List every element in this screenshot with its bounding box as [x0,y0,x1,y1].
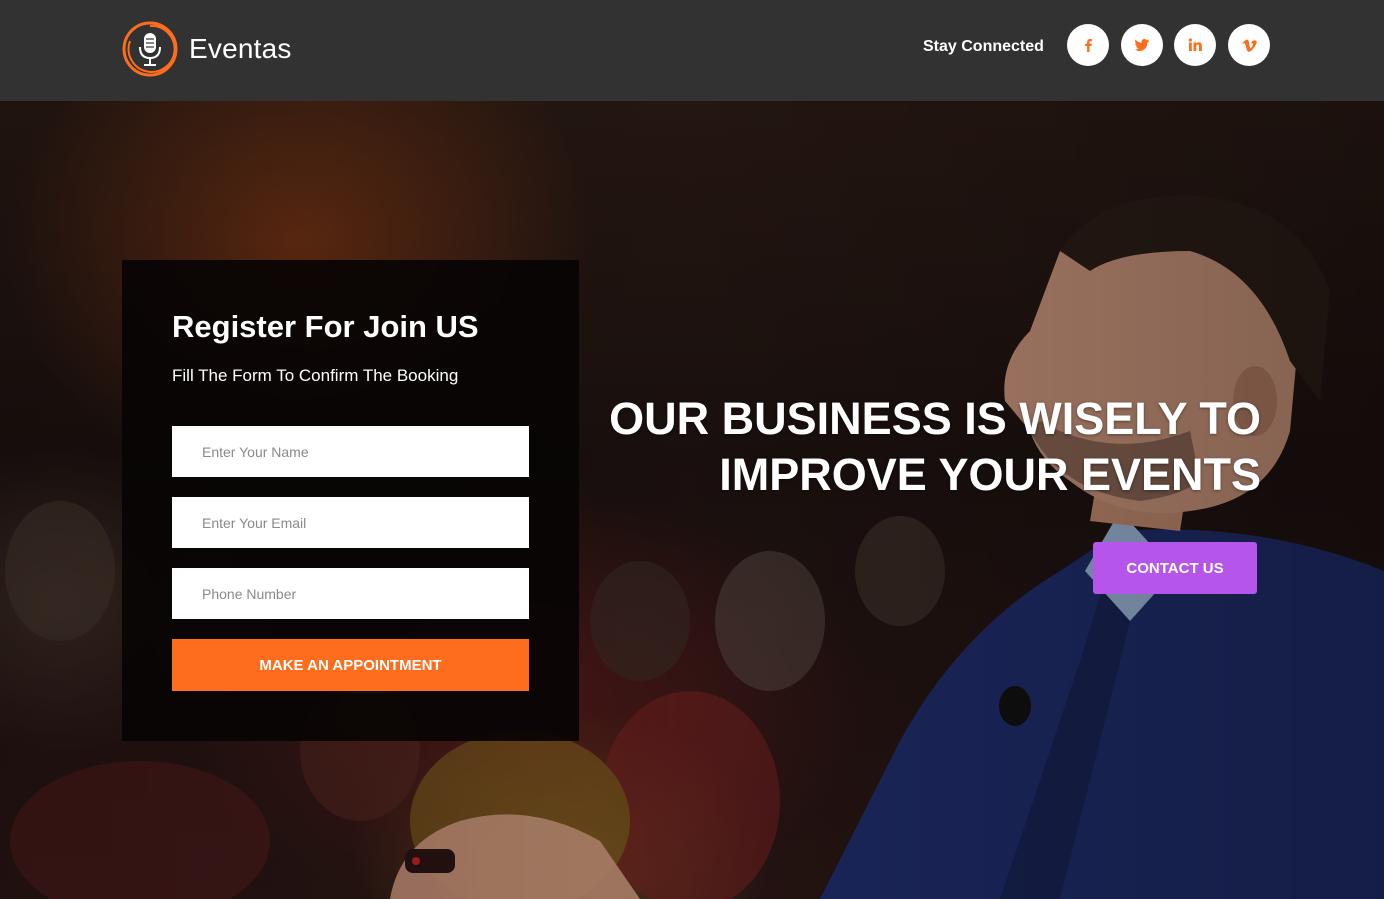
site-header: Eventas Stay Connected [0,0,1384,101]
make-appointment-button[interactable]: MAKE AN APPOINTMENT [172,639,529,691]
stay-connected-label: Stay Connected [923,38,1044,55]
microphone-icon[interactable] [121,20,179,78]
facebook-icon [1085,39,1092,52]
twitter-icon [1135,39,1149,51]
hero-headline: OUR BUSINESS IS WISELY TO IMPROVE YOUR E… [561,391,1261,503]
vimeo-link[interactable] [1228,24,1270,66]
contact-us-button[interactable]: CONTACT US [1093,542,1257,594]
register-title: Register For Join US [172,309,479,344]
register-subtitle: Fill The Form To Confirm The Booking [172,366,459,385]
email-field[interactable] [172,497,529,548]
linkedin-icon [1188,38,1202,51]
phone-field[interactable] [172,568,529,619]
facebook-link[interactable] [1067,24,1109,66]
name-field[interactable] [172,426,529,477]
twitter-link[interactable] [1121,24,1163,66]
headline-line-2: IMPROVE YOUR EVENTS [719,449,1261,500]
headline-line-1: OUR BUSINESS IS WISELY TO [609,393,1261,444]
brand-name[interactable]: Eventas [189,33,292,65]
vimeo-icon [1241,39,1257,52]
linkedin-link[interactable] [1174,24,1216,66]
